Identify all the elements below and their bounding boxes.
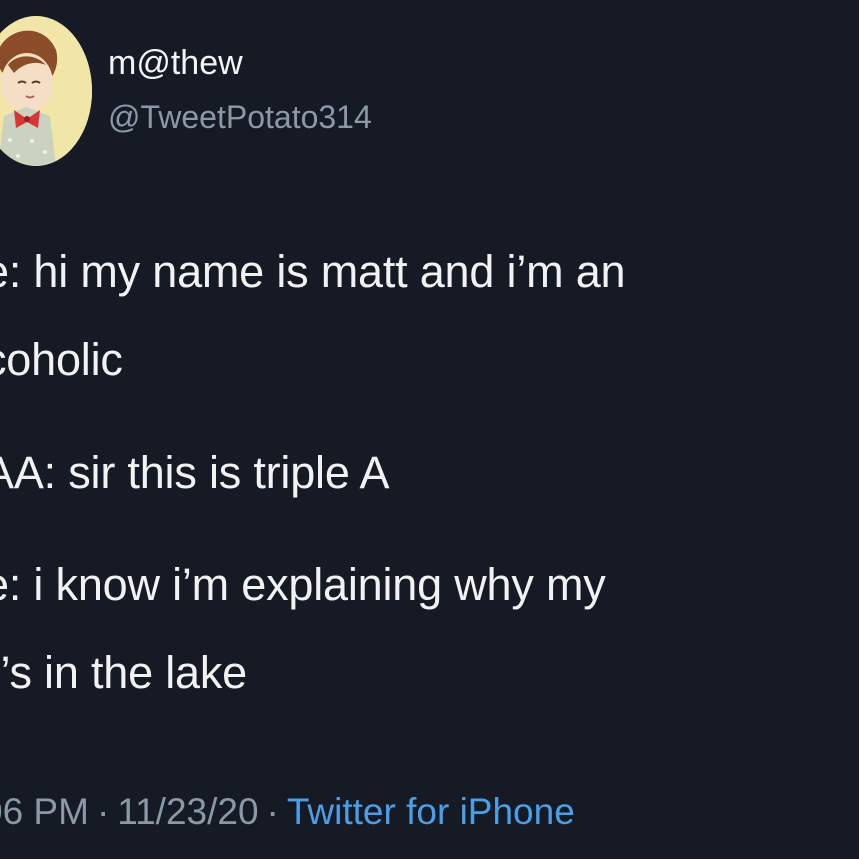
tweet-text-line: e: hi my name is matt and i’m an (0, 246, 626, 297)
tweet-text-line: coholic (0, 334, 123, 385)
cartoon-avatar-icon (0, 16, 92, 166)
tweet-text-line: r’s in the lake (0, 647, 247, 698)
source-link[interactable]: Twitter for iPhone (287, 791, 575, 832)
tweet-text-line: AA: sir this is triple A (0, 447, 390, 498)
user-handle[interactable]: @TweetPotato314 (108, 99, 372, 136)
timestamp-time[interactable]: 06 PM (0, 791, 89, 832)
display-name[interactable]: m@thew (108, 44, 243, 83)
tweet-metadata: 06 PM·11/23/20·Twitter for iPhone (0, 791, 575, 833)
tweet-text-line: e: i know i’m explaining why my (0, 559, 606, 610)
avatar[interactable] (0, 16, 92, 166)
timestamp-date[interactable]: 11/23/20 (117, 791, 258, 832)
metadata-separator: · (96, 791, 110, 832)
metadata-separator: · (266, 791, 279, 832)
